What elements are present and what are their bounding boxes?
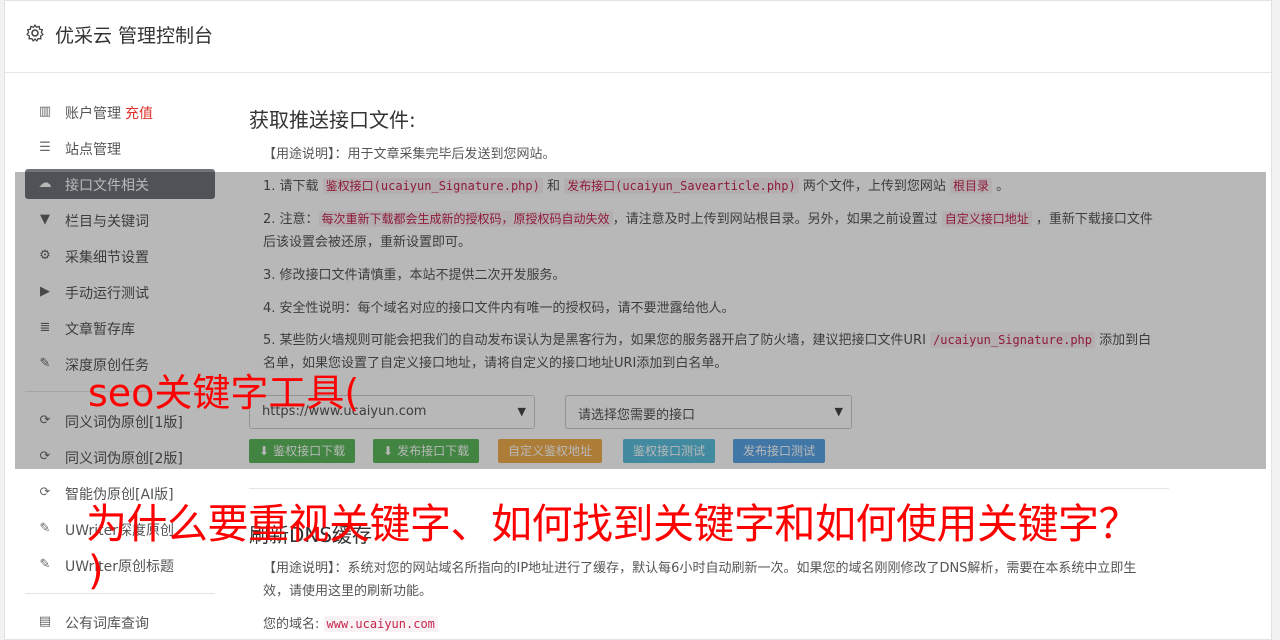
play-circle-icon: ▶ — [40, 284, 50, 299]
chevron-down-icon: ▼ — [834, 405, 843, 418]
sidebar-item-label: UWriter原创标题 — [65, 559, 174, 575]
test-auth-button[interactable]: 鉴权接口测试 — [623, 439, 716, 463]
custom-url-code: 自定义接口地址 — [941, 211, 1032, 227]
cogs-icon: ⚙ — [39, 248, 51, 263]
sidebar-item-public-lexicon[interactable]: ▤ 公有词库查询 — [25, 607, 215, 637]
sidebar-item-label: 接口文件相关 — [65, 178, 149, 194]
test-publish-button[interactable]: 发布接口测试 — [733, 439, 826, 463]
sidebar-item-manual-run[interactable]: ▶ 手动运行测试 — [25, 277, 215, 307]
domain-label: 您的域名: — [263, 617, 320, 632]
sidebar-item-label: 采集细节设置 — [65, 250, 149, 266]
sidebar-item-categories-keywords[interactable]: ▼ 栏目与关键词 — [25, 205, 215, 235]
sidebar-item-uwriter-title[interactable]: ✎ UWriter原创标题 — [25, 550, 215, 580]
book-icon: ▤ — [38, 614, 52, 629]
regen-warning-code: 每次重新下载都会生成新的授权码，原授权码自动失效 — [318, 211, 613, 227]
sidebar-item-label: 账户管理 — [65, 106, 121, 122]
database-icon: ≣ — [39, 320, 51, 335]
publish-file-code: 发布接口(ucaiyun_Savearticle.php) — [564, 178, 799, 194]
watermark-line-2: 为什么要重视关键字、如何找到关键字和如何使用关键字？ — [86, 500, 1140, 548]
sidebar-item-label: 站点管理 — [65, 142, 121, 158]
auth-file-code: 鉴权接口(ucaiyun_Signature.php) — [322, 178, 543, 194]
edit-icon: ✎ — [39, 521, 51, 536]
chevron-down-icon: ▼ — [517, 405, 526, 418]
sidebar-item-label: 公有词库查询 — [65, 616, 149, 632]
header: 优采云 管理控制台 — [5, 1, 1271, 73]
dns-usage-text: 【用途说明】：系统对您的网站域名所指向的IP地址进行了缓存，默认每6小时自动刷新… — [263, 561, 1137, 599]
download-auth-button[interactable]: ⬇ 鉴权接口下载 — [249, 439, 356, 463]
gear-icon — [26, 24, 44, 42]
step-1: 1. 请下载 鉴权接口(ucaiyun_Signature.php) 和 发布接… — [263, 178, 1010, 194]
custom-auth-url-button[interactable]: 自定义鉴权地址 — [498, 439, 603, 463]
api-select[interactable]: 请选择您需要的接口 ▼ — [565, 395, 852, 429]
sidebar-item-label: 栏目与关键词 — [65, 214, 149, 230]
api-select-value: 请选择您需要的接口 — [578, 408, 696, 423]
sidebar-item-synonym-v2[interactable]: ⟳ 同义词伪原创[2版] — [25, 442, 215, 472]
section-divider — [249, 488, 1169, 489]
section-title-api-files: 获取推送接口文件: — [249, 108, 416, 132]
step-2: 2. 注意： 每次重新下载都会生成新的授权码，原授权码自动失效 ，请注意及时上传到网… — [263, 211, 1153, 250]
sidebar-divider — [25, 593, 215, 594]
step-3: 3. 修改接口文件请慎重，本站不提供二次开发服务。 — [263, 268, 566, 283]
sidebar-item-label: 同义词伪原创[2版] — [65, 451, 183, 467]
server-icon: ☰ — [39, 140, 51, 155]
refresh-icon: ⟳ — [39, 485, 51, 500]
bar-chart-icon: ▥ — [38, 104, 52, 119]
refresh-icon: ⟳ — [39, 413, 51, 428]
filter-icon: ▼ — [40, 212, 50, 227]
sidebar-item-sites[interactable]: ☰ 站点管理 — [25, 133, 215, 163]
edit-icon: ✎ — [39, 356, 51, 371]
step-5: 5. 某些防火墙规则可能会把我们的自动发布误认为是黑客行为，如果您的服务器开启了… — [263, 332, 1152, 371]
watermark-line-3: ) — [88, 548, 104, 594]
download-icon: ⬇ — [259, 444, 270, 458]
sidebar-item-account[interactable]: ▥ 账户管理 充值 — [25, 97, 215, 127]
signature-uri-code: /ucaiyun_Signature.php — [930, 332, 1096, 348]
console-title: 优采云 管理控制台 — [55, 25, 214, 47]
refresh-icon: ⟳ — [39, 449, 51, 464]
download-publish-button[interactable]: ⬇ 发布接口下载 — [373, 439, 480, 463]
sidebar-item-article-store[interactable]: ≣ 文章暂存库 — [25, 313, 215, 343]
domain-row: 您的域名: www.ucaiyun.com — [263, 613, 1153, 636]
download-icon: ⬇ — [383, 444, 394, 458]
sidebar-item-api-files[interactable]: ☁ 接口文件相关 — [25, 169, 215, 199]
sidebar-item-label: 文章暂存库 — [65, 322, 135, 338]
step-4: 4. 安全性说明：每个域名对应的接口文件内有唯一的授权码，请不要泄露给他人。 — [263, 301, 735, 316]
usage-text: 【用途说明】：用于文章采集完毕后发送到您网站。 — [263, 147, 556, 162]
recharge-link[interactable]: 充值 — [125, 106, 153, 122]
root-dir-code: 根目录 — [950, 178, 993, 194]
cloud-upload-icon: ☁ — [38, 176, 52, 191]
edit-icon: ✎ — [39, 557, 51, 572]
domain-value: www.ucaiyun.com — [323, 616, 438, 632]
sidebar-item-collect-settings[interactable]: ⚙ 采集细节设置 — [25, 241, 215, 271]
watermark-line-1: seo关键字工具( — [88, 371, 360, 415]
sidebar-item-label: 手动运行测试 — [65, 286, 149, 302]
